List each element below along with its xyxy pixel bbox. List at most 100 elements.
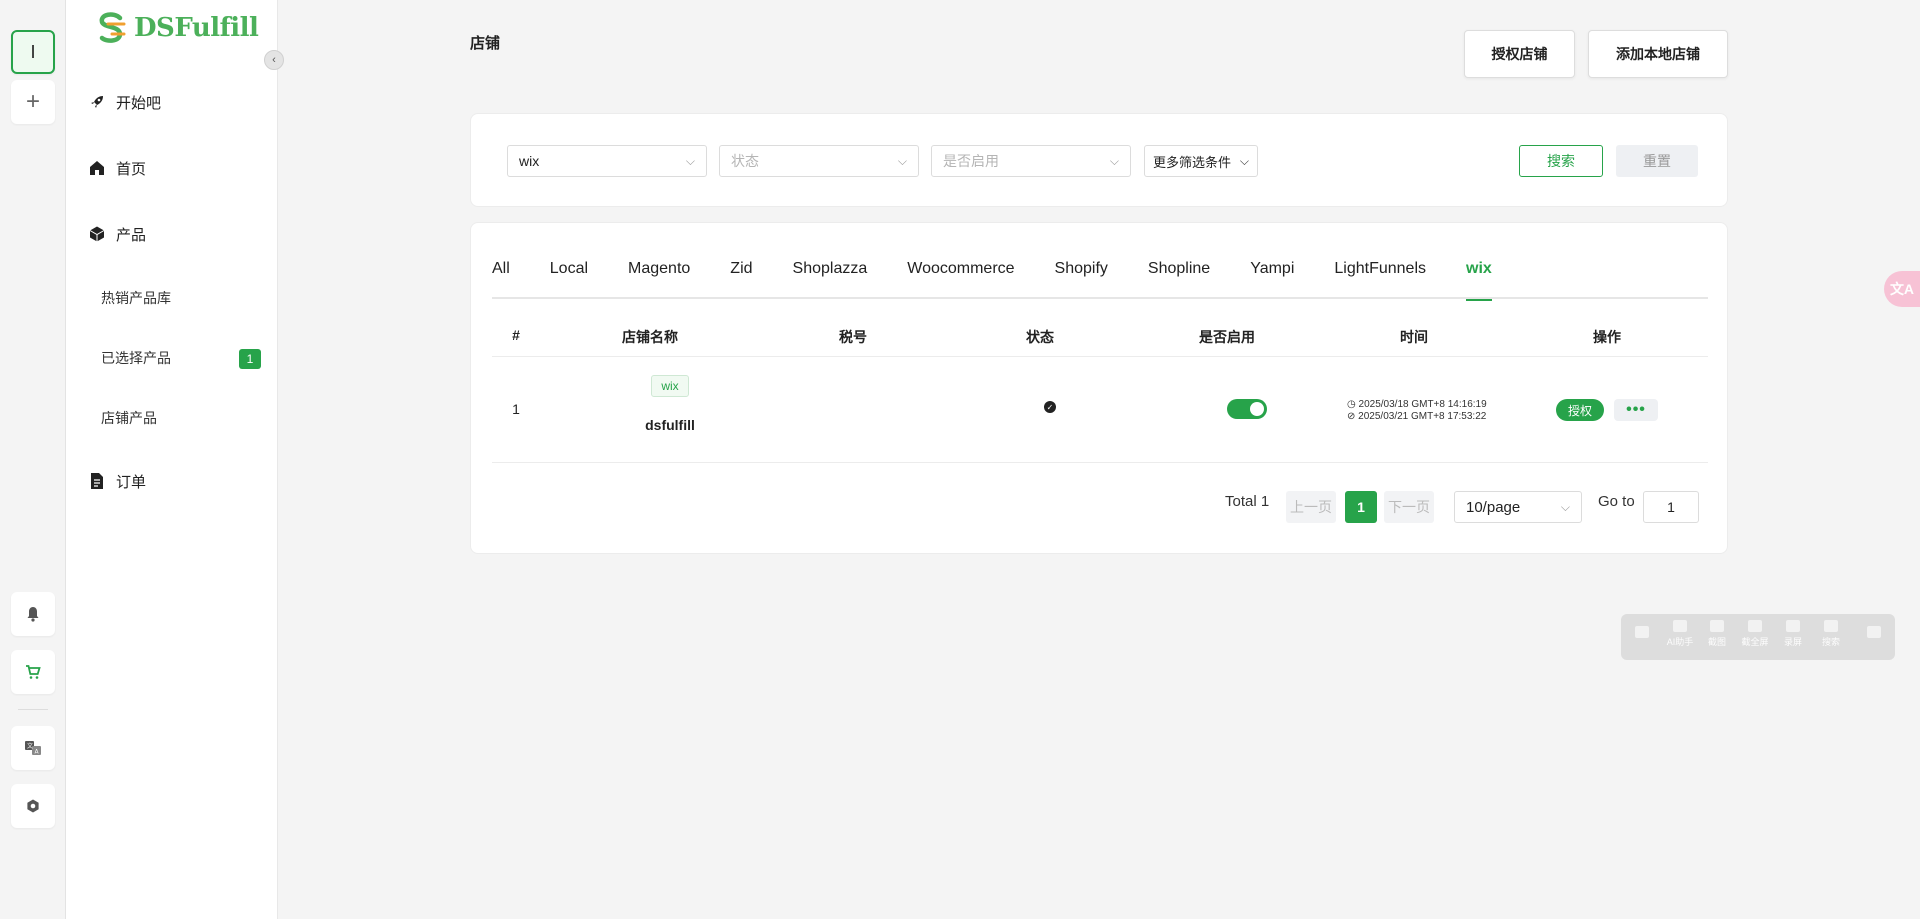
time-cell: ◷ 2025/03/18 GMT+8 14:16:19 ⊘ 2025/03/21… xyxy=(1347,399,1487,423)
add-local-store-button[interactable]: 添加本地店铺 xyxy=(1588,30,1728,78)
nav-orders[interactable]: 订单 xyxy=(88,469,146,493)
platform-tabs: All Local Magento Zid Shoplazza Woocomme… xyxy=(492,259,1708,301)
more-actions-button[interactable]: ••• xyxy=(1614,399,1658,421)
page-title: 店铺 xyxy=(470,35,501,52)
clock-icon: ◷ xyxy=(1347,399,1356,410)
fullscreen-capture-button[interactable]: 截全屏 xyxy=(1738,620,1772,648)
tab-shoplazza[interactable]: Shoplazza xyxy=(793,259,868,299)
logo[interactable]: DSFulfill xyxy=(94,10,259,46)
search-icon xyxy=(1824,620,1838,632)
goto-page-input[interactable]: 1 xyxy=(1643,491,1699,523)
updated-time: 2025/03/21 GMT+8 17:53:22 xyxy=(1358,411,1487,422)
chevron-down-icon: ⌵ xyxy=(1560,500,1570,514)
store-name: dsfulfill xyxy=(645,417,695,433)
svg-text:文: 文 xyxy=(27,742,33,750)
chevron-down-icon: ⌵ xyxy=(1239,154,1249,168)
screenshot-button[interactable]: 截图 xyxy=(1700,620,1734,648)
current-page-button[interactable]: 1 xyxy=(1345,491,1377,523)
column-header-actions: 操作 xyxy=(1593,329,1621,345)
gear-icon xyxy=(27,799,39,813)
enabled-select-placeholder: 是否启用 xyxy=(943,153,999,169)
translate-icon: 文A xyxy=(25,741,41,756)
tab-magento[interactable]: Magento xyxy=(628,259,690,299)
column-header-tax-no: 税号 xyxy=(839,329,867,345)
nav-products[interactable]: 产品 xyxy=(88,222,146,246)
nav-hot-products[interactable]: 热销产品库 xyxy=(101,288,171,308)
tab-woocommerce[interactable]: Woocommerce xyxy=(907,259,1014,299)
enabled-select[interactable]: 是否启用 ⌵ xyxy=(931,145,1131,177)
workspace-button[interactable]: I xyxy=(11,30,55,74)
box-icon xyxy=(88,225,106,243)
pagination-total: Total 1 xyxy=(1225,493,1270,510)
filter-panel: wix ⌵ 状态 ⌵ 是否启用 ⌵ 更多筛选条件 ⌵ 搜索 重置 xyxy=(470,113,1728,207)
app-rail: I + 文A xyxy=(0,0,66,919)
platform-tag: wix xyxy=(651,375,689,397)
video-icon xyxy=(1786,620,1800,632)
language-button[interactable]: 文A xyxy=(11,726,55,770)
collapse-sidebar-button[interactable]: ‹ xyxy=(264,50,284,70)
rail-divider xyxy=(18,709,48,710)
goto-label: Go to xyxy=(1598,493,1635,510)
nav-home[interactable]: 首页 xyxy=(88,156,146,180)
table-header: # 店铺名称 税号 状态 是否启用 时间 操作 xyxy=(492,315,1708,357)
shield-icon[interactable] xyxy=(1625,626,1659,641)
rocket-icon xyxy=(88,93,106,111)
cart-icon xyxy=(26,665,41,679)
enabled-toggle[interactable] xyxy=(1227,399,1267,419)
settings-button[interactable] xyxy=(11,784,55,828)
status-select[interactable]: 状态 ⌵ xyxy=(719,145,919,177)
chevron-down-icon: ⌵ xyxy=(1109,154,1119,168)
search-button[interactable]: 搜索 xyxy=(1519,145,1603,177)
logo-text: DSFulfill xyxy=(134,13,259,43)
ai-icon xyxy=(1673,620,1687,632)
column-header-time: 时间 xyxy=(1400,329,1428,345)
created-time: 2025/03/18 GMT+8 14:16:19 xyxy=(1358,399,1487,410)
platform-select-value: wix xyxy=(519,153,540,169)
authorize-store-button[interactable]: 授权店铺 xyxy=(1464,30,1575,78)
toolbar-label: 截全屏 xyxy=(1741,637,1769,647)
nav-getting-started[interactable]: 开始吧 xyxy=(88,90,161,114)
tab-lightfunnels[interactable]: LightFunnels xyxy=(1334,259,1426,299)
toolbar-settings-icon[interactable] xyxy=(1857,626,1891,641)
tab-all[interactable]: All xyxy=(492,259,510,299)
nav-store-products[interactable]: 店铺产品 xyxy=(101,408,157,428)
chevron-left-icon: ‹ xyxy=(272,54,276,66)
tab-zid[interactable]: Zid xyxy=(730,259,752,299)
toolbar-search-button[interactable]: 搜索 xyxy=(1814,620,1848,648)
add-workspace-button[interactable]: + xyxy=(11,80,55,124)
home-icon xyxy=(88,159,106,177)
tab-yampi[interactable]: Yampi xyxy=(1250,259,1294,299)
reset-button[interactable]: 重置 xyxy=(1616,145,1698,177)
column-header-status: 状态 xyxy=(1026,329,1054,345)
prev-page-button[interactable]: 上一页 xyxy=(1286,491,1336,523)
next-page-button[interactable]: 下一页 xyxy=(1384,491,1434,523)
bell-icon xyxy=(27,607,39,622)
tab-shopline[interactable]: Shopline xyxy=(1148,259,1210,299)
nav-sub-label: 热销产品库 xyxy=(101,290,171,306)
column-header-enabled: 是否启用 xyxy=(1199,329,1255,345)
tab-local[interactable]: Local xyxy=(550,259,588,299)
more-filters-label: 更多筛选条件 xyxy=(1153,154,1232,170)
column-header-index: # xyxy=(512,327,520,343)
authorize-button[interactable]: 授权 xyxy=(1556,399,1604,421)
notifications-button[interactable] xyxy=(11,592,55,636)
platform-select[interactable]: wix ⌵ xyxy=(507,145,707,177)
tab-shopify[interactable]: Shopify xyxy=(1055,259,1108,299)
nav-label: 首页 xyxy=(116,160,147,178)
toolbar-label: 录屏 xyxy=(1783,637,1802,647)
toolbar-label: 截图 xyxy=(1707,637,1726,647)
table-row: 1 wix dsfulfill ✓ ◷ 2025/03/18 GMT+8 14:… xyxy=(492,357,1708,463)
record-screen-button[interactable]: 录屏 xyxy=(1776,620,1810,648)
translate-fab[interactable]: 文A xyxy=(1884,271,1920,307)
page-size-select[interactable]: 10/page ⌵ xyxy=(1454,491,1582,523)
document-icon xyxy=(88,472,106,490)
more-filters-button[interactable]: 更多筛选条件 ⌵ xyxy=(1144,145,1258,177)
sidebar: DSFulfill ‹ 开始吧 首页 产品 热销产品库 已选择产品 1 店铺产品… xyxy=(66,0,284,919)
nav-label: 产品 xyxy=(116,226,147,244)
tab-wix[interactable]: wix xyxy=(1466,259,1492,301)
cart-button[interactable] xyxy=(11,650,55,694)
ai-assistant-button[interactable]: AI助手 xyxy=(1663,620,1697,648)
nav-selected-products[interactable]: 已选择产品 xyxy=(101,348,171,368)
logo-mark-icon xyxy=(99,12,126,43)
row-index: 1 xyxy=(512,401,520,417)
